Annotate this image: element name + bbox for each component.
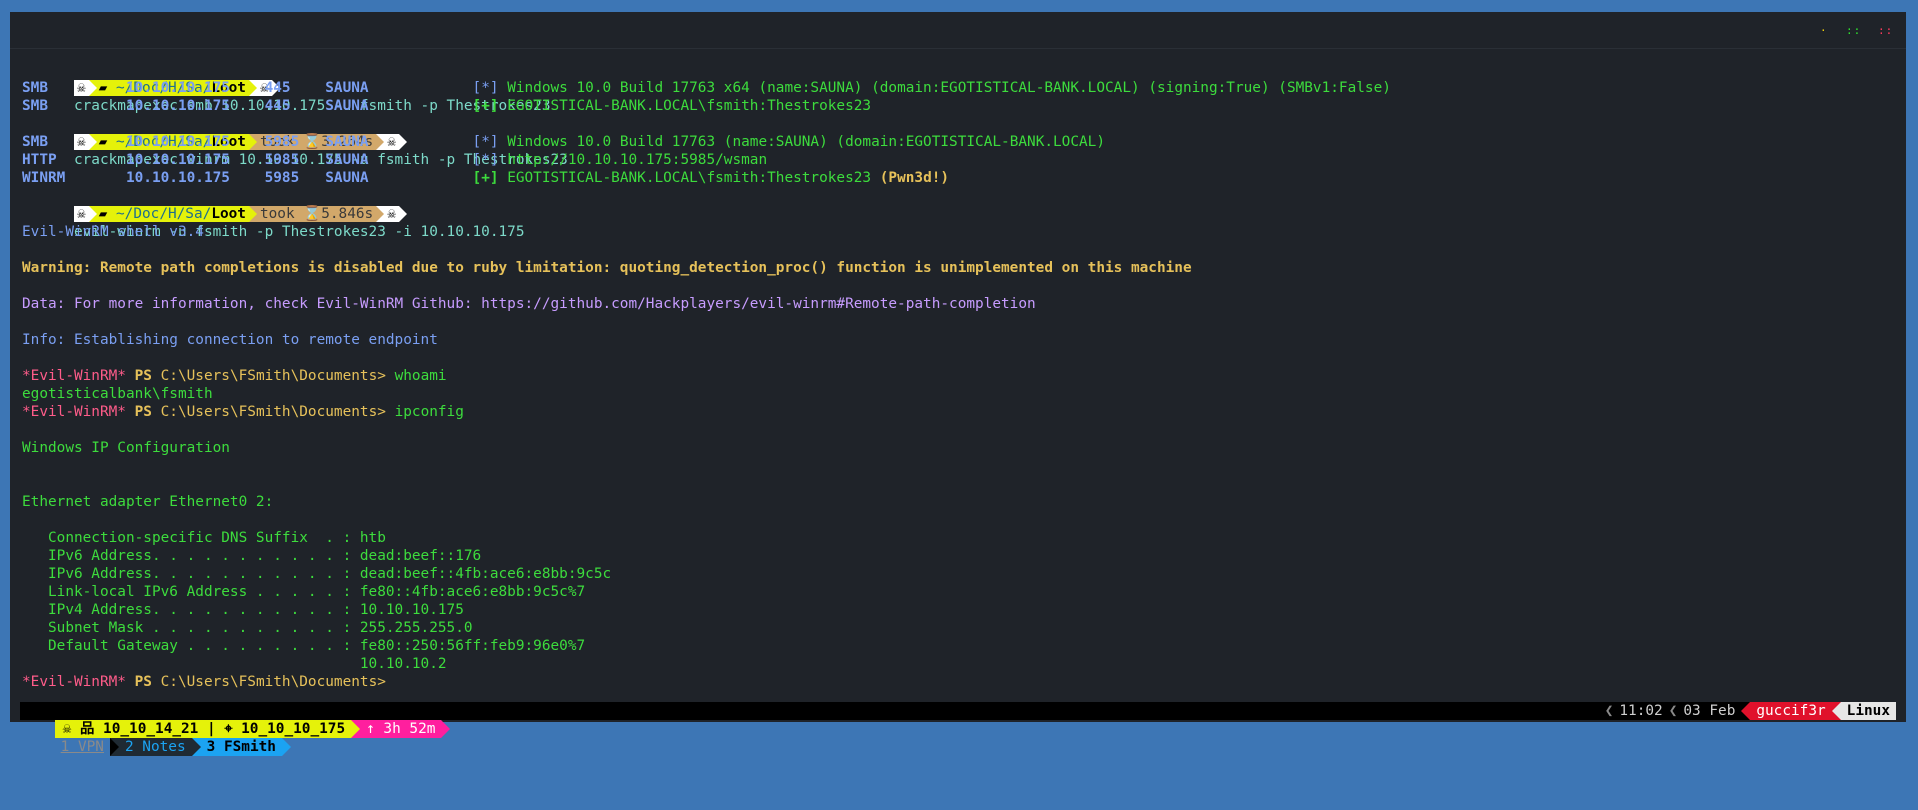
output-line: Data: For more information, check Evil-W… (22, 296, 1036, 312)
ps-prompt-line: *Evil-WinRM* PS C:\Users\FSmith\Document… (22, 404, 464, 420)
clock: 11:02 (1619, 703, 1663, 719)
ps-prompt-line: *Evil-WinRM* PS C:\Users\FSmith\Document… (22, 674, 386, 690)
output-line: IPv6 Address. . . . . . . . . . . : dead… (22, 548, 482, 564)
output-line: HTTP 10.10.10.175 5985 SAUNA [*] http://… (22, 152, 768, 168)
window-titlebar: · :: :: (10, 12, 1906, 49)
warning-line: Warning: Remote path completions is disa… (22, 260, 1192, 276)
ps-prompt-line: *Evil-WinRM* PS C:\Users\FSmith\Document… (22, 368, 447, 384)
tab-fsmith[interactable]: 3 FSmith (200, 738, 282, 756)
status-right: ❮ 11:02 ❮ 03 Feb guccif3r Linux (1605, 702, 1896, 720)
output-line: Link-local IPv6 Address . . . . . : fe80… (22, 584, 586, 600)
close-icon[interactable]: :: (1878, 25, 1893, 36)
output-line: SMB 10.10.10.175 445 SAUNA [+] EGOTISTIC… (22, 98, 872, 114)
output-line: Default Gateway . . . . . . . . . : fe80… (22, 638, 586, 654)
tab-vpn[interactable]: 1 VPN (55, 738, 110, 756)
output-line: SMB 10.10.10.175 5985 SAUNA [*] Windows … (22, 134, 1106, 150)
uptime-segment: ↑ 3h 52m (360, 720, 442, 738)
output-line: IPv6 Address. . . . . . . . . . . : dead… (22, 566, 612, 582)
output-line: Connection-specific DNS Suffix . : htb (22, 530, 386, 546)
tab-notes[interactable]: 2 Notes (118, 738, 192, 756)
minimize-icon[interactable]: · (1820, 25, 1828, 36)
tmux-status-bar: ☠ 品 10_10_14_21 | ⌖ 10_10_10_175 ↑ 3h 52m… (20, 702, 1896, 756)
output-line: Evil-WinRM shell v3.4 (22, 224, 204, 240)
output-line: Ethernet adapter Ethernet0 2: (22, 494, 274, 510)
maximize-icon[interactable]: :: (1846, 25, 1861, 36)
local-ip-segment: ☠ 品 10_10_14_21 | ⌖ 10_10_10_175 (54, 720, 352, 738)
output-line: WINRM 10.10.10.175 5985 SAUNA [+] EGOTIS… (22, 170, 950, 186)
prompt-line: ☠ ▰ ~/Doc/H/Sa/Loot took ⌛5.846s ☠ evil-win… (22, 187, 1902, 240)
os-badge: Linux (1840, 702, 1896, 720)
prompt-line: ☠ ▰ ~/Doc/H/Sa/Loot ☠ crackmapexec smb 10.… (22, 61, 1902, 114)
date: 03 Feb (1683, 703, 1736, 719)
prompt-line: ☠ ▰ ~/Doc/H/Sa/Loot took ⌛3.264s ☠ crackmap… (22, 115, 1902, 168)
output-line: Info: Establishing connection to remote … (22, 332, 438, 348)
output-line: IPv4 Address. . . . . . . . . . . : 10.1… (22, 602, 464, 618)
output-line: SMB 10.10.10.175 445 SAUNA [*] Windows 1… (22, 80, 1391, 96)
output-line: 10.10.10.2 (22, 656, 447, 672)
output-line: egotisticalbank\fsmith (22, 386, 213, 402)
terminal-window: · :: :: ☠ ▰ ~/Doc/H/Sa/Loot ☠ crackmapexec… (10, 12, 1906, 756)
username-badge: guccif3r (1750, 702, 1832, 720)
output-line: Subnet Mask . . . . . . . . . . . : 255.… (22, 620, 473, 636)
output-line: Windows IP Configuration (22, 440, 230, 456)
terminal-output[interactable]: ☠ ▰ ~/Doc/H/Sa/Loot ☠ crackmapexec smb 10.… (22, 61, 1902, 719)
